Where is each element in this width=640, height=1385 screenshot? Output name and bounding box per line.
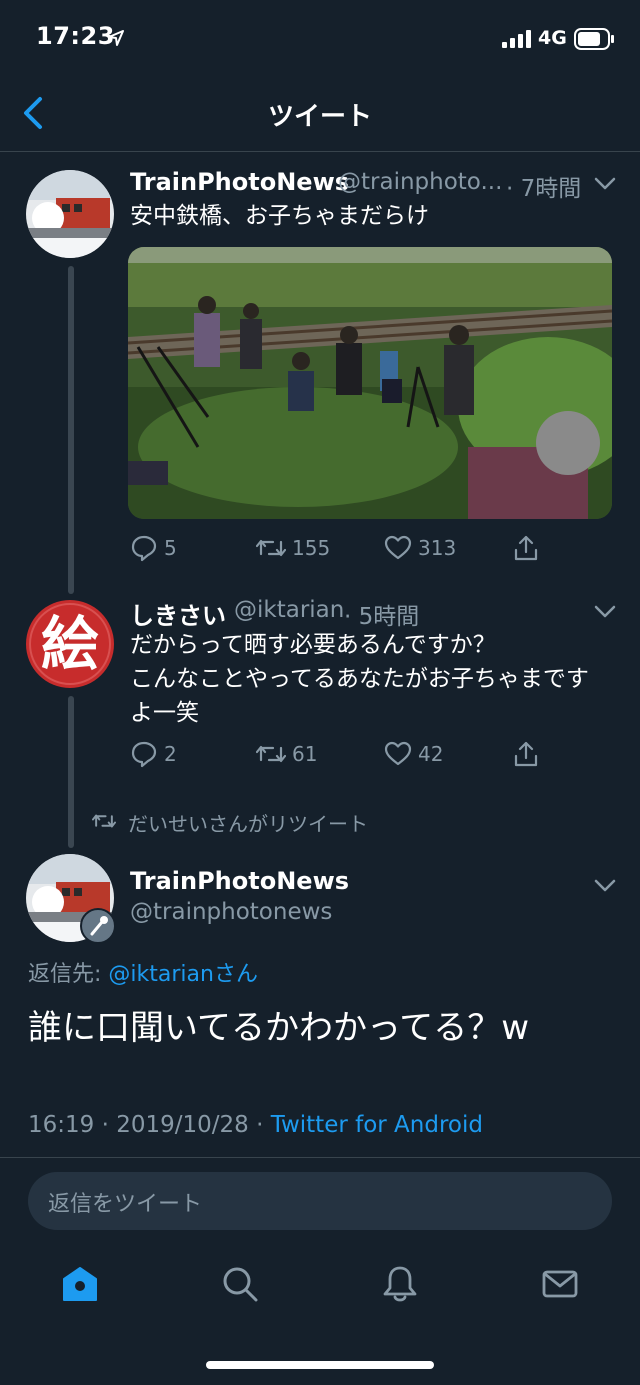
- divider: [0, 1157, 640, 1158]
- retweet-count: 155: [292, 536, 331, 560]
- tweet-photo[interactable]: [128, 247, 612, 519]
- tweet-author-handle[interactable]: @trainphotonews: [130, 899, 332, 925]
- avatar[interactable]: 絵: [26, 600, 114, 688]
- railway-photographers-image: [128, 247, 612, 519]
- tweet-timestamp: 16:19 · 2019/10/28 ·: [28, 1112, 271, 1138]
- reply-icon: [131, 535, 157, 562]
- messages-icon[interactable]: [540, 1264, 580, 1304]
- tweet-text-line: よ一笑: [130, 700, 199, 726]
- heart-icon: [384, 741, 412, 766]
- chevron-down-icon[interactable]: [594, 605, 616, 619]
- tweet-author-name[interactable]: TrainPhotoNews: [130, 168, 349, 196]
- chevron-down-icon[interactable]: [594, 177, 616, 191]
- like-button[interactable]: 42: [384, 740, 443, 768]
- tweet-author-name[interactable]: TrainPhotoNews: [130, 867, 349, 895]
- tweet-time: · 7時間: [506, 176, 582, 202]
- status-bar: 17:23 4G: [0, 0, 640, 80]
- kanji-avatar-image: 絵: [29, 603, 111, 685]
- reply-input[interactable]: 返信をツイート: [28, 1172, 612, 1230]
- reply-to-prefix: 返信先:: [28, 962, 109, 987]
- reply-icon: [131, 741, 157, 768]
- main-tweet-text: 誰に口聞いてるかわかってる？w: [28, 1008, 530, 1048]
- reply-count: 5: [164, 536, 177, 560]
- status-time: 17:23: [36, 22, 115, 50]
- thread-line: [68, 696, 74, 848]
- tweet-text-line: こんなことやってるあなたがお子ちゃまです: [130, 666, 589, 692]
- thread-line: [68, 266, 74, 594]
- reply-button[interactable]: 5: [130, 534, 177, 562]
- like-count: 313: [418, 536, 457, 560]
- tweet-meta: 16:19 · 2019/10/28 · Twitter for Android: [28, 1112, 483, 1138]
- retweet-icon: [256, 745, 286, 763]
- like-button[interactable]: 313: [384, 534, 456, 562]
- retweet-notice[interactable]: だいせいさんがリツイート: [128, 808, 368, 837]
- retweet-button[interactable]: 61: [256, 740, 317, 768]
- heart-icon: [384, 535, 412, 560]
- share-icon[interactable]: [512, 740, 540, 768]
- avatar-glyph: 絵: [41, 610, 99, 678]
- microphone-badge-icon: [80, 908, 116, 944]
- home-icon[interactable]: [60, 1264, 100, 1304]
- reply-placeholder: 返信をツイート: [48, 1192, 203, 1217]
- chevron-down-icon[interactable]: [594, 879, 616, 893]
- tweet-author-handle[interactable]: @iktarian: [234, 597, 344, 623]
- tweet-author-name[interactable]: しきさい: [130, 596, 226, 631]
- train-avatar-image: [26, 170, 114, 258]
- home-indicator: [206, 1361, 434, 1369]
- network-type: 4G: [538, 27, 567, 49]
- tweet-author-handle[interactable]: @trainphoto...: [338, 169, 502, 195]
- page-title: ツイート: [267, 102, 372, 132]
- tweet-client-link[interactable]: Twitter for Android: [271, 1112, 483, 1138]
- share-icon[interactable]: [512, 534, 540, 562]
- tweet-text: 安中鉄橋、お子ちゃまだらけ: [130, 203, 429, 229]
- location-arrow-icon: [108, 30, 124, 46]
- tweet-text-line: だからって晒す必要あるんですか？: [130, 632, 496, 658]
- reply-to-mention[interactable]: @iktarianさん: [108, 962, 258, 987]
- retweet-icon: [256, 539, 286, 557]
- nav-header: ツイート: [0, 80, 640, 152]
- reply-count: 2: [164, 742, 177, 766]
- search-icon[interactable]: [220, 1264, 260, 1304]
- cell-signal-icon: [502, 30, 531, 48]
- notifications-icon[interactable]: [380, 1264, 420, 1304]
- tweet-time: · 5時間: [344, 604, 420, 630]
- retweet-icon: [92, 814, 116, 828]
- avatar[interactable]: [26, 170, 114, 258]
- like-count: 42: [418, 742, 444, 766]
- retweet-button[interactable]: 155: [256, 534, 330, 562]
- reply-to-line: 返信先: @iktarianさん: [28, 956, 258, 988]
- retweet-count: 61: [292, 742, 318, 766]
- battery-icon: [574, 28, 614, 50]
- reply-button[interactable]: 2: [130, 740, 177, 768]
